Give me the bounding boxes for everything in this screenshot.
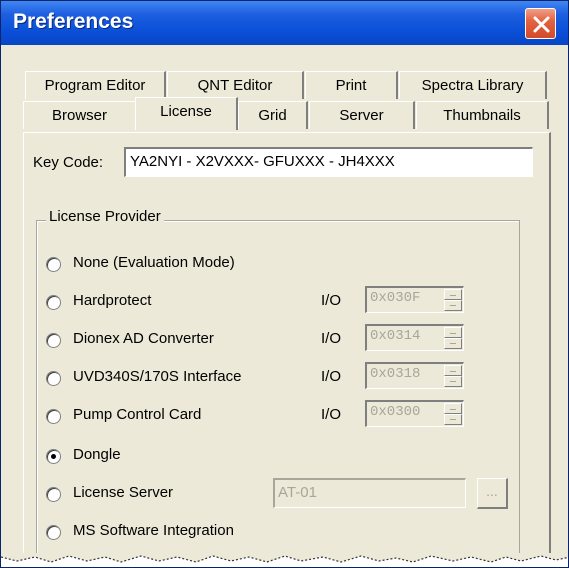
- radio-button-checked: [46, 449, 61, 464]
- tab-qnt-editor[interactable]: QNT Editor: [167, 71, 304, 99]
- browse-server-button[interactable]: ...: [477, 478, 508, 509]
- tab-browser[interactable]: Browser: [23, 101, 137, 129]
- spin-up-button[interactable]: [444, 403, 462, 414]
- spin-down-button[interactable]: [444, 414, 462, 425]
- radio-dionex-ad-converter[interactable]: Dionex AD Converter: [46, 328, 306, 354]
- io-port-value: 0x0318: [370, 366, 421, 382]
- radio-button: [46, 371, 61, 386]
- preferences-window: Preferences Program Editor QNT Editor Pr…: [0, 0, 569, 568]
- close-button[interactable]: [525, 8, 556, 39]
- spin-up-button[interactable]: [444, 327, 462, 338]
- torn-edge: [1, 553, 568, 567]
- spin-down-button[interactable]: [444, 376, 462, 387]
- radio-label: Dionex AD Converter: [73, 330, 214, 347]
- key-code-input[interactable]: YA2NYI - X2VXXX- GFUXXX - JH4XXX: [124, 147, 533, 177]
- radio-label: License Server: [73, 484, 174, 501]
- spin-down-button[interactable]: [444, 338, 462, 349]
- radio-button: [46, 333, 61, 348]
- radio-pump-control-card[interactable]: Pump Control Card: [46, 404, 306, 430]
- tab-license[interactable]: License: [135, 97, 238, 130]
- io-label: I/O: [321, 330, 342, 347]
- tab-grid[interactable]: Grid: [238, 101, 308, 129]
- radio-button: [46, 487, 61, 502]
- io-port-hardprotect[interactable]: 0x030F: [365, 286, 464, 313]
- title-bar: Preferences: [1, 1, 568, 45]
- radio-hardprotect[interactable]: Hardprotect: [46, 290, 306, 316]
- spin-down-button[interactable]: [444, 300, 462, 311]
- tab-spectra-library[interactable]: Spectra Library: [399, 71, 547, 99]
- spinner-buttons: [444, 289, 462, 311]
- io-label: I/O: [321, 368, 342, 385]
- window-title: Preferences: [13, 10, 134, 33]
- tab-program-editor[interactable]: Program Editor: [25, 71, 166, 99]
- radio-license-server[interactable]: License Server: [46, 482, 266, 508]
- tab-print[interactable]: Print: [305, 71, 398, 99]
- tab-row-2: Browser License Grid Server Thumbnails: [1, 97, 568, 130]
- license-panel: Key Code: YA2NYI - X2VXXX- GFUXXX - JH4X…: [23, 132, 551, 567]
- io-port-value: 0x0300: [370, 404, 421, 420]
- radio-button: [46, 409, 61, 424]
- radio-ms-software-integration[interactable]: MS Software Integration: [46, 520, 306, 546]
- close-icon: [533, 16, 550, 33]
- io-port-uvd[interactable]: 0x0318: [365, 362, 464, 389]
- spin-up-button[interactable]: [444, 365, 462, 376]
- io-label: I/O: [321, 406, 342, 423]
- io-port-dionex[interactable]: 0x0314: [365, 324, 464, 351]
- io-port-value: 0x0314: [370, 328, 421, 344]
- io-port-value: 0x030F: [370, 290, 421, 306]
- radio-uvd-interface[interactable]: UVD340S/170S Interface: [46, 366, 316, 392]
- io-port-pump[interactable]: 0x0300: [365, 400, 464, 427]
- radio-dongle[interactable]: Dongle: [46, 444, 246, 470]
- spin-up-button[interactable]: [444, 289, 462, 300]
- torn-edge-graphic: [1, 553, 568, 563]
- radio-button: [46, 525, 61, 540]
- key-code-label: Key Code:: [33, 154, 104, 171]
- license-server-input[interactable]: AT-01: [273, 478, 466, 508]
- radio-label: Dongle: [73, 446, 121, 463]
- radio-label: UVD340S/170S Interface: [73, 368, 242, 385]
- radio-label: Hardprotect: [73, 292, 152, 309]
- spinner-buttons: [444, 403, 462, 425]
- radio-none-evaluation[interactable]: None (Evaluation Mode): [46, 252, 346, 278]
- radio-button: [46, 257, 61, 272]
- tab-row-1: Program Editor QNT Editor Print Spectra …: [1, 71, 568, 99]
- radio-button: [46, 295, 61, 310]
- radio-label: None (Evaluation Mode): [73, 254, 235, 271]
- radio-label: MS Software Integration: [73, 522, 234, 539]
- spinner-buttons: [444, 365, 462, 387]
- tab-server[interactable]: Server: [309, 101, 415, 129]
- spinner-buttons: [444, 327, 462, 349]
- license-provider-title: License Provider: [46, 208, 164, 225]
- radio-label: Pump Control Card: [73, 406, 202, 423]
- io-label: I/O: [321, 292, 342, 309]
- tab-thumbnails[interactable]: Thumbnails: [416, 101, 549, 129]
